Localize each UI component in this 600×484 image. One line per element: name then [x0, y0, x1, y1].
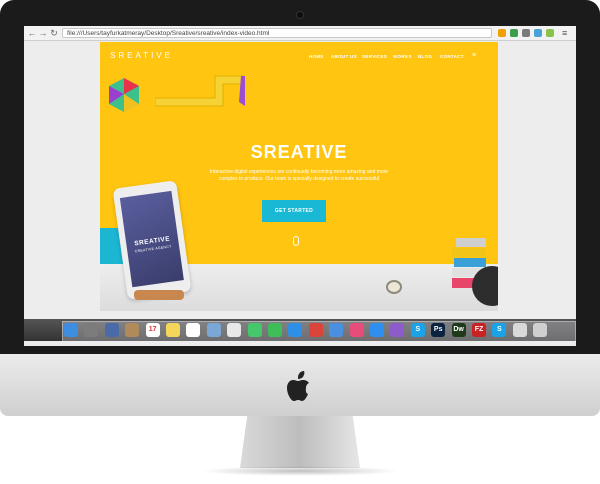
dock-skype-2-icon[interactable]: S [492, 323, 507, 337]
site-logo[interactable]: SREATIVE [110, 51, 173, 60]
extension-icon[interactable] [546, 29, 554, 37]
dock-itunes-icon[interactable] [349, 323, 364, 337]
dock-messages-icon[interactable] [247, 323, 262, 337]
dock-trash-icon[interactable] [533, 323, 548, 337]
dock-mail-icon[interactable] [329, 323, 344, 337]
browser-menu-icon[interactable]: ≡ [562, 27, 567, 39]
dock-filezilla-icon[interactable]: FZ [472, 323, 486, 337]
dock-ibooks-icon[interactable] [390, 323, 405, 337]
nav-link-services[interactable]: SERVICES [362, 54, 387, 59]
nav-link-works[interactable]: WORKS [393, 54, 412, 59]
dock-reminders-icon[interactable] [186, 323, 201, 337]
geometric-cube-decoration [109, 78, 139, 112]
dock-documents-icon[interactable] [512, 323, 527, 337]
get-started-button[interactable]: GET STARTED [262, 200, 326, 222]
address-bar[interactable]: file:///Users/tayfurkatmeray/Desktop/Sre… [62, 28, 492, 38]
stand-shadow [200, 466, 400, 476]
screen: ← → ↻ file:///Users/tayfurkatmeray/Deskt… [24, 26, 576, 346]
dock-photos-icon[interactable] [227, 323, 242, 337]
dock-facetime-icon[interactable] [268, 323, 282, 337]
dock-app-store-icon[interactable] [370, 323, 384, 337]
forward-icon[interactable]: → [38, 27, 48, 39]
dock-mission-control-icon[interactable] [104, 323, 119, 337]
apple-logo-icon [287, 371, 309, 401]
hero-title: SREATIVE [250, 142, 348, 162]
shelf-decoration [155, 75, 245, 107]
nav-link-home[interactable]: HOME [309, 54, 324, 59]
dock-safari-icon[interactable] [288, 323, 303, 337]
hero-description: Interactive digital experiences are cont… [209, 169, 389, 182]
dock-photoshop-icon[interactable]: Ps [431, 323, 446, 337]
nav-link-blog[interactable]: BLOG [418, 54, 432, 59]
bookmark-star-icon[interactable] [498, 29, 506, 37]
extension-shield-icon[interactable] [510, 29, 518, 37]
scroll-mouse-icon[interactable] [293, 236, 299, 246]
dock-chrome-icon[interactable] [308, 323, 323, 337]
dock-finder-icon[interactable] [64, 323, 78, 337]
tape-roll-decoration [386, 280, 402, 294]
browser-toolbar: ← → ↻ file:///Users/tayfurkatmeray/Deskt… [24, 26, 576, 41]
dock-launchpad-icon[interactable] [84, 323, 99, 337]
extension-icon[interactable] [534, 29, 542, 37]
dock-contacts-icon[interactable] [125, 323, 140, 337]
dock-notes-icon[interactable] [166, 323, 180, 337]
website-viewport: SREATIVE HOME ABOUT US SERVICES WORKS BL… [100, 42, 498, 311]
nav-link-about-us[interactable]: ABOUT US [331, 54, 357, 59]
dock-skype-icon[interactable]: S [410, 323, 425, 337]
extension-icon[interactable] [522, 29, 530, 37]
dock-preview-icon[interactable] [206, 323, 221, 337]
back-icon[interactable]: ← [27, 27, 37, 39]
camera-icon [296, 11, 304, 19]
menu-icon[interactable]: ≡ [472, 52, 476, 59]
dock-dreamweaver-icon[interactable]: Dw [451, 323, 466, 337]
reload-icon[interactable]: ↻ [49, 27, 59, 39]
nav-link-contact[interactable]: CONTACT [440, 54, 464, 59]
dock-calendar-icon[interactable]: 17 [145, 323, 160, 337]
monitor-stand [240, 416, 360, 468]
tablet-stand [134, 290, 184, 300]
